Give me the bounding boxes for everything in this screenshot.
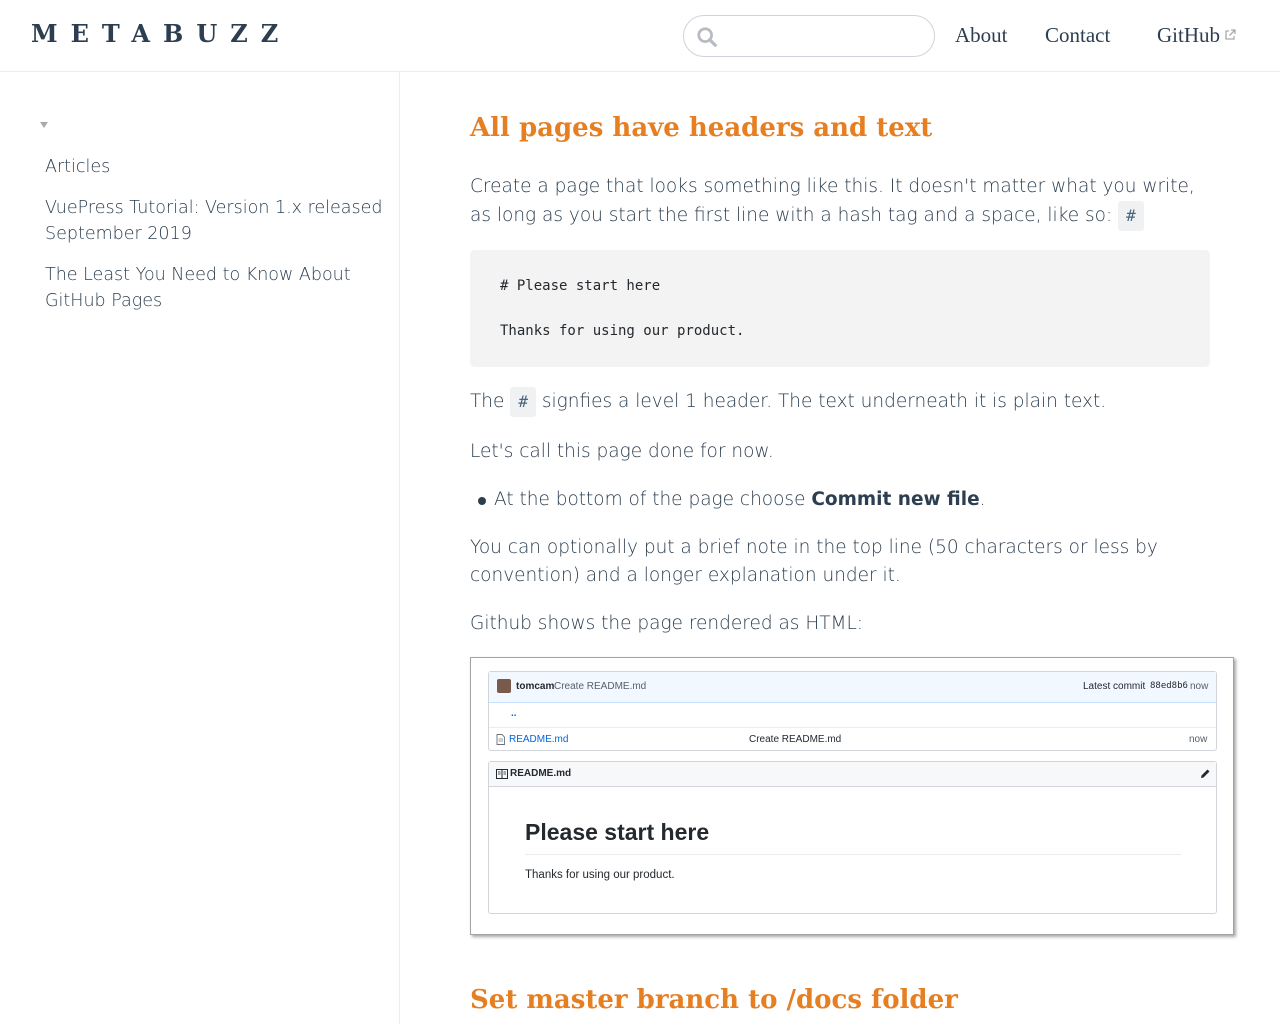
code-line: Thanks for using our product. — [500, 323, 745, 339]
site-logo[interactable]: METABUZZ — [31, 19, 291, 48]
paragraph-hash-meaning: The # signfies a level 1 header. The tex… — [470, 387, 1210, 417]
nav-github-label: GitHub — [1157, 23, 1220, 47]
gh-readme-title: README.md — [510, 768, 572, 779]
gh-latest-commit-label: Latest commit — [1083, 681, 1146, 692]
gh-file-link: README.md — [509, 734, 569, 745]
caret-down-icon[interactable] — [40, 122, 48, 128]
gh-readme-header: README.md — [489, 762, 1216, 787]
search-box[interactable] — [683, 15, 935, 57]
nav-about-link[interactable]: About — [955, 23, 1008, 48]
inline-code-hash: # — [510, 387, 536, 417]
paragraph-rendered-html: Github shows the page rendered as HTML: — [470, 613, 864, 634]
list-item-text: At the bottom of the page choose — [494, 489, 806, 510]
gh-commit-user: tomcam — [516, 681, 555, 692]
paragraph-text: signfies a level 1 header. The text unde… — [541, 391, 1107, 412]
gh-file-message: Create README.md — [749, 734, 842, 745]
paragraph-commit-note: You can optionally put a brief note in t… — [470, 537, 1158, 586]
gh-parent-dir: .. — [511, 708, 517, 719]
github-screenshot-image: tomcam Create README.md Latest commit 88… — [470, 657, 1234, 935]
gh-commit-message: Create README.md — [554, 681, 647, 692]
gh-commit-bar: tomcam Create README.md Latest commit 88… — [489, 672, 1216, 703]
book-icon — [496, 769, 508, 779]
gh-readme-panel: README.md Please start here Thanks for u… — [488, 761, 1217, 914]
code-line: # Please start here — [500, 278, 661, 294]
search-icon — [697, 27, 717, 47]
sidebar: Articles VuePress Tutorial: Version 1.x … — [0, 72, 400, 1024]
bullet-dot — [478, 497, 486, 505]
sidebar-item-articles[interactable]: Articles — [45, 154, 385, 180]
gh-heading-rule — [525, 854, 1181, 855]
paragraph-done: Let's call this page done for now. — [470, 441, 774, 462]
inline-code-hash: # — [1118, 201, 1144, 231]
pencil-icon — [1201, 769, 1210, 778]
gh-rendered-heading: Please start here — [525, 819, 710, 845]
nav-github-link[interactable]: GitHub — [1157, 23, 1236, 48]
file-icon — [496, 734, 505, 745]
sidebar-item-vuepress-tutorial[interactable]: VuePress Tutorial: Version 1.x released … — [45, 195, 385, 247]
gh-row-divider — [489, 727, 1216, 728]
section-heading-master-branch: Set master branch to /docs folder — [470, 985, 958, 1015]
gh-rendered-text: Thanks for using our product. — [525, 869, 675, 881]
gh-file-panel: tomcam Create README.md Latest commit 88… — [488, 671, 1217, 751]
section-heading-headers-text: All pages have headers and text — [470, 113, 933, 143]
paragraph-text: The — [470, 391, 505, 412]
navbar: METABUZZ About Contact GitHub — [0, 0, 1280, 72]
list-item: At the bottom of the page choose Commit … — [494, 486, 1210, 514]
list-item-text: . — [979, 489, 986, 510]
paragraph-create-page: Create a page that looks something like … — [470, 173, 1210, 231]
external-link-icon — [1225, 29, 1236, 40]
search-input[interactable] — [724, 22, 924, 50]
avatar — [497, 679, 511, 693]
commit-new-file-text: Commit new file — [811, 489, 980, 510]
code-block: # Please start here Thanks for using our… — [470, 250, 1210, 367]
nav-contact-link[interactable]: Contact — [1045, 23, 1110, 48]
gh-commit-hash: 88ed8b6 — [1150, 681, 1188, 691]
gh-commit-time: now — [1190, 681, 1209, 692]
sidebar-item-github-pages[interactable]: The Least You Need to Know About GitHub … — [45, 262, 385, 314]
paragraph-text: Create a page that looks something like … — [470, 176, 1195, 226]
gh-file-time: now — [1189, 734, 1208, 745]
